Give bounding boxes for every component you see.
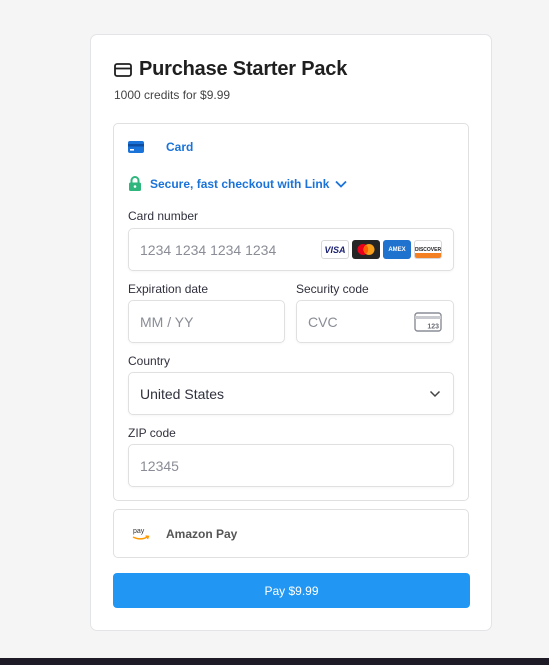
expiration-field-box[interactable] xyxy=(128,300,285,343)
expiration-label: Expiration date xyxy=(128,282,209,296)
modal-subtitle: 1000 credits for $9.99 xyxy=(114,88,231,102)
tab-card[interactable]: Card xyxy=(128,140,193,154)
chevron-down-icon xyxy=(429,390,441,398)
tab-card-label: Card xyxy=(166,140,194,154)
chevron-down-icon xyxy=(335,180,348,188)
security-code-field-box[interactable]: 123 xyxy=(296,300,454,343)
pay-button[interactable]: Pay $9.99 xyxy=(113,573,470,608)
mastercard-icon xyxy=(352,240,380,259)
card-payment-panel[interactable]: Card Secure, fast checkout with Link Car… xyxy=(113,123,469,501)
cvc-card-icon: 123 xyxy=(414,312,442,332)
purchase-modal: Purchase Starter Pack 1000 credits for $… xyxy=(90,34,492,631)
amex-icon: AMEX xyxy=(383,240,411,259)
wallet-icon xyxy=(114,62,132,78)
credit-card-icon xyxy=(128,141,144,153)
expiration-input[interactable] xyxy=(140,313,284,330)
modal-title: Purchase Starter Pack xyxy=(139,58,348,80)
zip-code-label: ZIP code xyxy=(128,426,176,440)
cvc-icon-text: 123 xyxy=(427,324,439,331)
discover-icon: DISCOVER xyxy=(414,240,442,259)
lock-icon xyxy=(128,176,142,191)
zip-code-input[interactable] xyxy=(140,457,453,474)
card-number-label: Card number xyxy=(128,209,199,223)
link-checkout-label: Secure, fast checkout with Link xyxy=(150,176,330,191)
amazon-pay-label: Amazon Pay xyxy=(166,526,238,541)
card-number-field-box[interactable]: VISA AMEX DISCOVER xyxy=(128,228,454,271)
visa-icon: VISA xyxy=(321,240,349,259)
card-brands: VISA AMEX DISCOVER xyxy=(321,240,442,259)
zip-code-field-box[interactable] xyxy=(128,444,454,487)
modal-header: Purchase Starter Pack xyxy=(114,58,347,81)
taskbar-strip xyxy=(0,658,549,665)
amazon-pay-option[interactable]: pay Amazon Pay xyxy=(113,509,469,558)
link-checkout-toggle[interactable]: Secure, fast checkout with Link xyxy=(128,176,348,191)
amazon-pay-icon-text: pay xyxy=(133,528,145,535)
security-code-label: Security code xyxy=(296,282,369,296)
country-select[interactable]: United States xyxy=(128,372,454,415)
country-selected-value: United States xyxy=(140,385,225,402)
country-label: Country xyxy=(128,354,171,368)
discover-text: DISCOVER xyxy=(414,246,442,253)
amazon-pay-icon: pay xyxy=(132,526,150,542)
